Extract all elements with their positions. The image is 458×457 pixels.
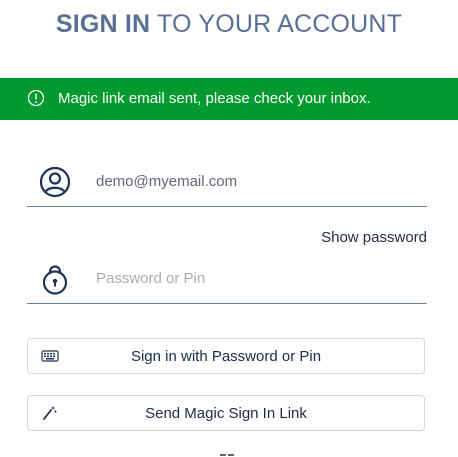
password-input[interactable]: [96, 267, 416, 289]
sign-in-password-label: Sign in with Password or Pin: [130, 348, 322, 365]
alert-message: Magic link email sent, please check your…: [58, 90, 371, 107]
info-circle-icon: [27, 89, 45, 107]
send-magic-link-button[interactable]: Send Magic Sign In Link: [27, 395, 425, 431]
page-title-rest: TO YOUR ACCOUNT: [150, 10, 403, 38]
page-title-bold: SIGN IN: [55, 10, 151, 38]
send-magic-link-label: Send Magic Sign In Link: [145, 405, 307, 422]
padlock-icon: [42, 265, 68, 295]
show-password-link[interactable]: Show password: [321, 229, 427, 246]
page-title: SIGN IN TO YOUR ACCOUNT: [0, 10, 458, 39]
sign-in-page: SIGN IN TO YOUR ACCOUNT Magic link email…: [0, 0, 458, 457]
password-field-row: [27, 257, 427, 304]
email-field-row: [27, 160, 427, 207]
email-input[interactable]: [96, 170, 416, 192]
success-alert: Magic link email sent, please check your…: [0, 78, 458, 120]
sign-in-password-button[interactable]: Sign in with Password or Pin: [27, 338, 425, 374]
user-circle-icon: [39, 166, 71, 198]
partial-icon-peek: [220, 454, 234, 456]
